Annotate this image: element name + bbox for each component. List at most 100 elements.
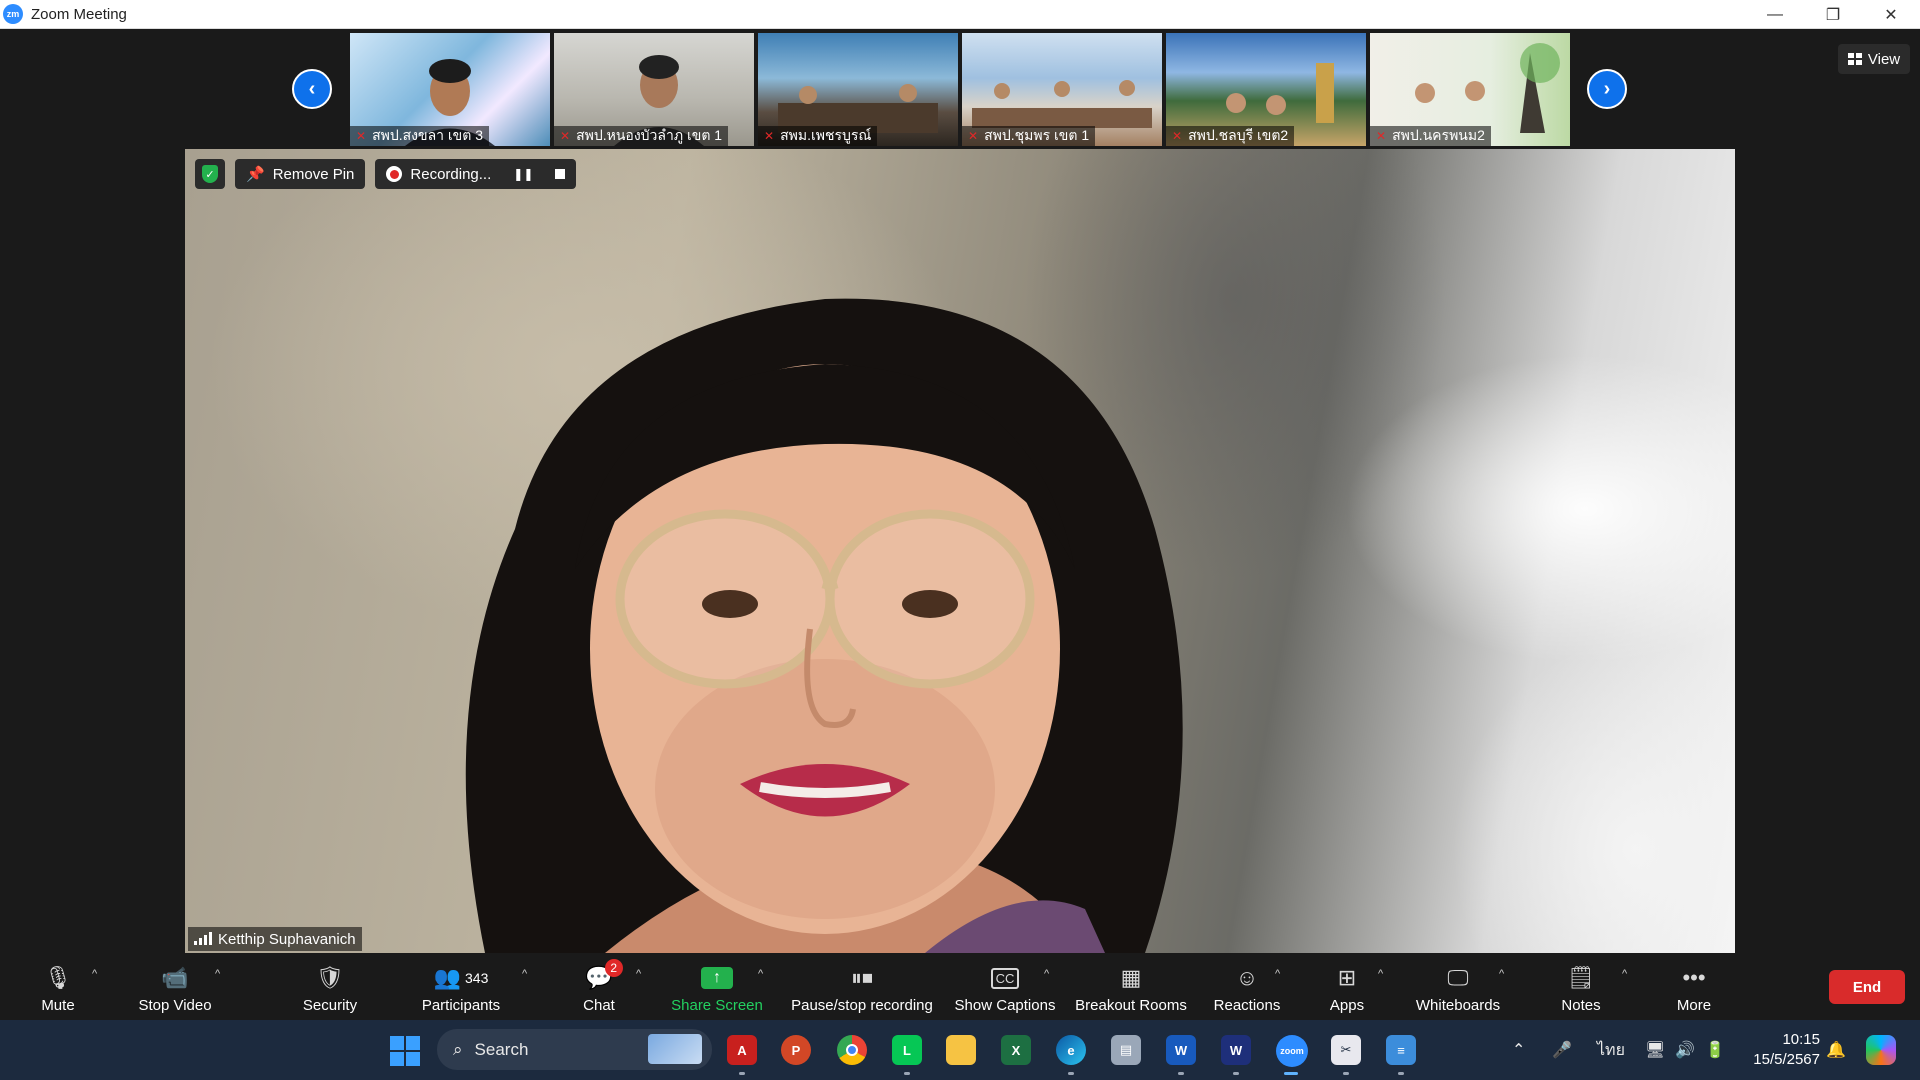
participant-name: สพป.หนองบัวลำภู เขต 1 — [576, 127, 723, 143]
video-options-caret[interactable]: ^ — [215, 968, 220, 980]
encryption-badge[interactable]: ✓ — [195, 159, 225, 189]
reactions-button[interactable]: ☺ Reactions — [1212, 957, 1282, 1017]
running-indicator — [1068, 1072, 1074, 1075]
more-button[interactable]: ••• More — [1671, 957, 1717, 1017]
zoom-taskbar-icon[interactable]: zoom — [1276, 1035, 1308, 1067]
participants-icon: 👥 343 — [433, 965, 489, 990]
share-arrow-icon: ↑ — [701, 967, 733, 989]
participant-label: ✕ สพป.นครพนม2 — [1370, 126, 1491, 146]
copilot-icon[interactable] — [1866, 1020, 1896, 1080]
running-indicator — [904, 1072, 910, 1075]
word-icon[interactable]: W — [1166, 1035, 1196, 1065]
chat-button[interactable]: 💬 2 Chat — [580, 957, 623, 1017]
breakout-rooms-icon: ▦ — [1120, 965, 1142, 990]
stop-recording-button[interactable] — [555, 169, 566, 179]
whiteboards-button[interactable]: 🖵 Whiteboards — [1412, 957, 1504, 1017]
participant-thumbnail[interactable]: ✕ สพม.เพชรบูรณ์ — [758, 33, 958, 146]
mic-muted-icon: ✕ — [968, 129, 979, 143]
participant-thumbnail[interactable]: ✕ สพป.ชุมพร เขต 1 — [962, 33, 1162, 146]
file-explorer-icon[interactable] — [946, 1035, 976, 1065]
share-options-caret[interactable]: ^ — [758, 968, 763, 980]
running-indicator — [1233, 1072, 1239, 1075]
mute-button[interactable]: 🎙 Mute — [38, 957, 78, 1017]
excel-icon[interactable]: X — [1001, 1035, 1031, 1065]
acrobat-icon[interactable]: A — [727, 1035, 757, 1065]
share-screen-button[interactable]: ↑ Share Screen — [670, 957, 764, 1017]
view-button[interactable]: View — [1838, 44, 1910, 74]
apps-icon: ⊞ — [1337, 965, 1357, 990]
chat-label: Chat — [583, 997, 615, 1014]
gallery-strip: ‹ ✕ สพป.สงขลา เขต 3 ✕ สพป.หนองบัวลำภู เขต … — [0, 29, 1920, 149]
close-button[interactable]: ✕ — [1862, 0, 1920, 29]
taskbar-clock[interactable]: 10:15 15/5/2567 — [1742, 1030, 1820, 1070]
apps-button[interactable]: ⊞ Apps — [1326, 957, 1368, 1017]
stop-video-button[interactable]: 📹 Stop Video — [136, 957, 214, 1017]
taskbar-search[interactable]: ⌕ Search — [437, 1029, 712, 1070]
security-button[interactable]: 🛡 Security — [300, 957, 360, 1017]
running-indicator — [1343, 1072, 1349, 1075]
reactions-options-caret[interactable]: ^ — [1275, 968, 1280, 980]
participant-label: ✕ สพป.ชุมพร เขต 1 — [962, 126, 1096, 146]
minimize-button[interactable]: — — [1746, 0, 1804, 29]
network-icon[interactable]: 🖥 — [1645, 1020, 1665, 1080]
zoom-logo-icon: zm — [3, 4, 23, 24]
participant-name: สพป.ชุมพร เขต 1 — [984, 127, 1090, 143]
participants-count: 343 — [465, 970, 489, 986]
show-captions-button[interactable]: CC Show Captions — [953, 957, 1057, 1017]
recording-indicator: Recording... ❚❚ — [375, 159, 577, 189]
participants-options-caret[interactable]: ^ — [522, 968, 527, 980]
audio-options-caret[interactable]: ^ — [92, 968, 97, 980]
video-camera-icon: 📹 — [161, 965, 189, 990]
meeting-controls: 🎙 Mute ^ 📹 Stop Video ^ 🛡 Security 👥 343 … — [0, 953, 1920, 1020]
microphone-tray-icon[interactable]: 🎤 — [1552, 1020, 1572, 1080]
battery-icon[interactable]: 🔋 — [1705, 1020, 1725, 1080]
notepad-icon[interactable]: ≡ — [1386, 1035, 1416, 1065]
next-page-button[interactable]: › — [1587, 69, 1627, 109]
participant-thumbnail[interactable]: ✕ สพป.สงขลา เขต 3 — [350, 33, 550, 146]
running-indicator — [1398, 1072, 1404, 1075]
notifications-icon[interactable]: 🔔 — [1826, 1020, 1846, 1080]
mute-label: Mute — [41, 997, 75, 1014]
captions-icon: CC — [990, 961, 1020, 995]
captions-options-caret[interactable]: ^ — [1044, 968, 1049, 980]
show-hidden-icons-button[interactable]: ⌃ — [1512, 1020, 1525, 1080]
line-icon[interactable]: L — [892, 1035, 922, 1065]
powerpoint-icon[interactable]: P — [781, 1035, 811, 1065]
remove-pin-label: Remove Pin — [272, 165, 355, 183]
end-meeting-button[interactable]: End — [1829, 970, 1905, 1004]
participant-thumbnail[interactable]: ✕ สพป.ชลบุรี เขต2 — [1166, 33, 1366, 146]
participants-label: Participants — [421, 997, 501, 1014]
apps-label: Apps — [1329, 997, 1365, 1014]
webex-icon[interactable]: W — [1221, 1035, 1251, 1065]
meeting-status-bar: ✓ 📌 Remove Pin Recording... ❚❚ — [195, 159, 577, 189]
chrome-icon[interactable] — [837, 1035, 867, 1065]
previous-page-button[interactable]: ‹ — [292, 69, 332, 109]
restore-button[interactable]: ❐ — [1804, 0, 1862, 29]
notes-button[interactable]: 🗒 Notes — [1558, 957, 1604, 1017]
participant-thumbnail[interactable]: ✕ สพป.หนองบัวลำภู เขต 1 — [554, 33, 754, 146]
pause-stop-recording-button[interactable]: ⏸⏹ Pause/stop recording — [788, 957, 936, 1017]
pinned-video[interactable]: ✓ 📌 Remove Pin Recording... ❚❚ Ketthip S… — [185, 149, 1735, 953]
snipping-tool-icon[interactable]: ✂ — [1331, 1035, 1361, 1065]
windows-start-icon[interactable] — [390, 1036, 420, 1066]
apps-options-caret[interactable]: ^ — [1378, 968, 1383, 980]
smiley-plus-icon: ☺ — [1235, 965, 1259, 990]
volume-icon[interactable]: 🔊 — [1675, 1020, 1695, 1080]
whiteboards-options-caret[interactable]: ^ — [1499, 968, 1504, 980]
participant-name: สพป.นครพนม2 — [1392, 127, 1485, 143]
edge-icon[interactable]: e — [1056, 1035, 1086, 1065]
participant-thumbnail[interactable]: ✕ สพป.นครพนม2 — [1370, 33, 1570, 146]
breakout-rooms-label: Breakout Rooms — [1075, 997, 1187, 1014]
breakout-rooms-button[interactable]: ▦ Breakout Rooms — [1074, 957, 1188, 1017]
remove-pin-button[interactable]: 📌 Remove Pin — [235, 159, 366, 189]
notes-options-caret[interactable]: ^ — [1622, 968, 1627, 980]
security-label: Security — [302, 997, 358, 1014]
language-indicator[interactable]: ไทย — [1597, 1020, 1625, 1080]
stop-video-label: Stop Video — [138, 997, 212, 1014]
chat-options-caret[interactable]: ^ — [636, 968, 641, 980]
printer-app-icon[interactable]: ▤ — [1111, 1035, 1141, 1065]
title-bar: zm Zoom Meeting — ❐ ✕ — [0, 0, 1920, 29]
clock-time: 10:15 — [1782, 1031, 1820, 1048]
participants-button[interactable]: 👥 343 Participants — [420, 957, 502, 1017]
pause-recording-button[interactable]: ❚❚ — [513, 167, 533, 181]
